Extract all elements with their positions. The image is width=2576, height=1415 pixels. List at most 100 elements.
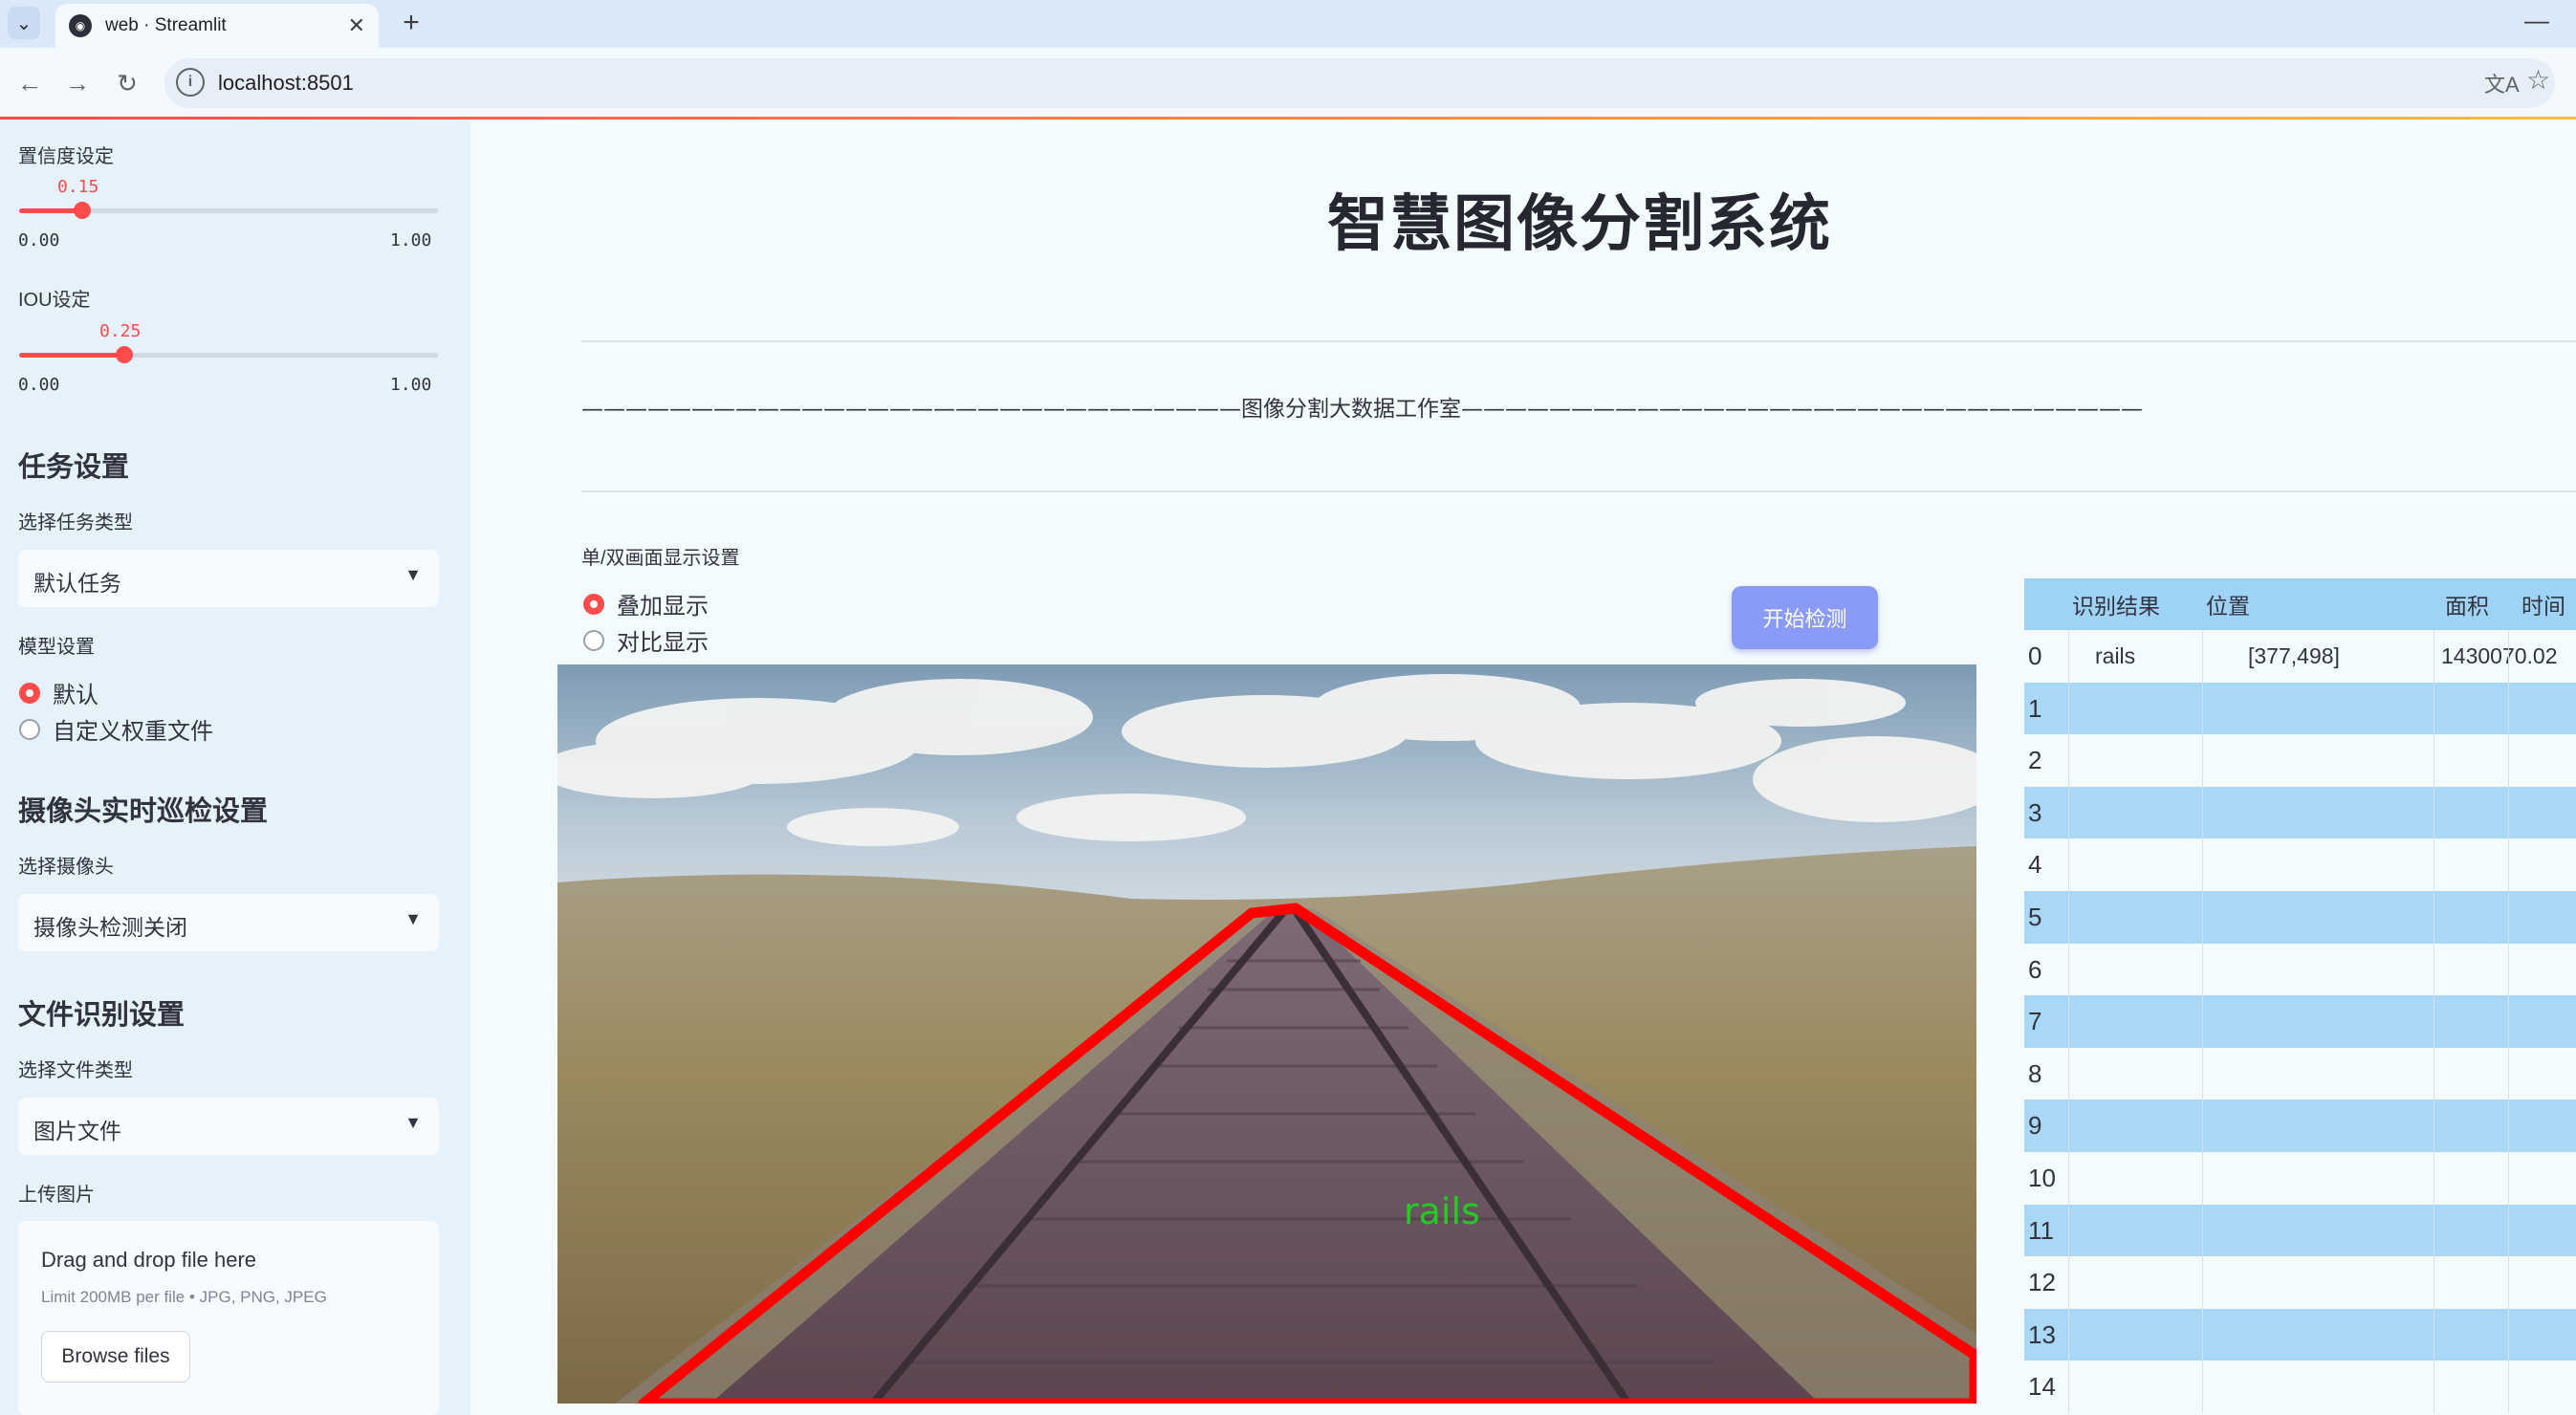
column-divider bbox=[2508, 630, 2509, 683]
task-type-value: 默认任务 bbox=[33, 571, 121, 596]
iou-value: 0.25 bbox=[99, 321, 142, 341]
iou-slider[interactable] bbox=[19, 346, 438, 363]
column-divider bbox=[2508, 1256, 2509, 1310]
browser-tab[interactable]: ◉ web · Streamlit ✕ bbox=[55, 4, 379, 48]
table-row[interactable]: 2 bbox=[2024, 734, 2576, 788]
table-row[interactable]: 10 bbox=[2024, 1152, 2576, 1205]
results-table[interactable]: 识别结果 位置 面积 时间 0 rails [377,498] 1430070.02 1… bbox=[2024, 578, 2576, 1415]
forward-arrow-icon[interactable]: → bbox=[59, 65, 96, 101]
chevron-down-icon: ▼ bbox=[404, 565, 422, 584]
table-row[interactable]: 0 rails [377,498] 1430070.02 bbox=[2024, 630, 2576, 683]
table-row[interactable]: 13 bbox=[2024, 1308, 2576, 1361]
file-uploader-dropzone[interactable]: Drag and drop file here Limit 200MB per … bbox=[18, 1221, 439, 1415]
column-divider bbox=[2068, 734, 2069, 788]
iou-min: 0.00 bbox=[18, 375, 60, 395]
column-divider bbox=[2508, 1361, 2509, 1414]
reload-icon[interactable]: ↻ bbox=[109, 65, 145, 101]
display-option-label: 对比显示 bbox=[617, 630, 709, 656]
row-index: 8 bbox=[2028, 1058, 2042, 1088]
column-divider bbox=[2202, 682, 2203, 735]
column-divider bbox=[2508, 1047, 2509, 1100]
detection-result-image: rails bbox=[557, 664, 1976, 1404]
table-row[interactable]: 6 bbox=[2024, 943, 2576, 996]
radio-unselected-icon[interactable] bbox=[19, 718, 40, 740]
table-row[interactable]: 9 bbox=[2024, 1099, 2576, 1153]
table-row[interactable]: 7 bbox=[2024, 995, 2576, 1049]
column-divider bbox=[2508, 838, 2509, 892]
column-divider bbox=[2202, 891, 2203, 944]
bookmark-star-icon[interactable]: ☆ bbox=[2526, 64, 2550, 96]
chevron-down-icon: ▼ bbox=[404, 1113, 422, 1132]
row-index: 4 bbox=[2028, 850, 2042, 880]
column-divider bbox=[2202, 1308, 2203, 1361]
chevron-down-icon: ▼ bbox=[404, 909, 422, 928]
confidence-slider-thumb[interactable] bbox=[73, 202, 91, 219]
column-divider bbox=[2068, 630, 2069, 683]
address-url[interactable]: localhost:8501 bbox=[218, 71, 354, 96]
site-info-icon[interactable]: i bbox=[176, 68, 205, 97]
column-header-result[interactable]: 识别结果 bbox=[2072, 578, 2160, 630]
column-divider bbox=[2202, 838, 2203, 892]
table-row[interactable]: 5 bbox=[2024, 891, 2576, 944]
tab-title: web · Streamlit bbox=[105, 15, 227, 35]
table-row[interactable]: 4 bbox=[2024, 838, 2576, 892]
tab-search-chevron-icon[interactable]: ⌄ bbox=[8, 7, 40, 39]
row-index: 14 bbox=[2028, 1372, 2056, 1402]
display-option-label: 叠加显示 bbox=[617, 594, 709, 620]
display-option-compare[interactable]: 对比显示 bbox=[583, 623, 709, 657]
table-row[interactable]: 11 bbox=[2024, 1204, 2576, 1257]
table-header: 识别结果 位置 面积 时间 bbox=[2024, 578, 2576, 630]
window-minimize-icon[interactable]: — bbox=[2524, 6, 2549, 35]
railway-scene-image: rails bbox=[557, 664, 1976, 1404]
task-type-select[interactable]: 默认任务 ▼ bbox=[18, 550, 439, 607]
column-divider bbox=[2508, 943, 2509, 996]
start-detection-button[interactable]: 开始检测 bbox=[1732, 586, 1878, 649]
table-row[interactable]: 1 bbox=[2024, 682, 2576, 735]
row-index: 9 bbox=[2028, 1111, 2042, 1141]
column-divider bbox=[2202, 1204, 2203, 1257]
column-header-position[interactable]: 位置 bbox=[2206, 578, 2250, 630]
camera-select[interactable]: 摄像头检测关闭 ▼ bbox=[18, 894, 439, 951]
confidence-slider[interactable] bbox=[19, 202, 438, 219]
column-divider bbox=[2202, 1361, 2203, 1414]
iou-slider-thumb[interactable] bbox=[115, 346, 133, 363]
row-index: 11 bbox=[2028, 1215, 2054, 1245]
table-row[interactable]: 12 bbox=[2024, 1256, 2576, 1310]
column-divider bbox=[2202, 1256, 2203, 1310]
model-option-custom[interactable]: 自定义权重文件 bbox=[19, 712, 213, 746]
table-row[interactable]: 3 bbox=[2024, 786, 2576, 839]
column-divider bbox=[2202, 995, 2203, 1049]
table-row[interactable]: 8 bbox=[2024, 1047, 2576, 1100]
model-option-default[interactable]: 默认 bbox=[19, 676, 98, 709]
iou-slider-fill bbox=[19, 353, 124, 358]
address-bar[interactable]: i localhost:8501 文A ☆ bbox=[164, 58, 2555, 108]
radio-selected-icon[interactable] bbox=[583, 593, 604, 615]
row-index: 2 bbox=[2028, 746, 2042, 775]
column-header-area[interactable]: 面积 bbox=[2445, 578, 2489, 630]
radio-unselected-icon[interactable] bbox=[583, 629, 604, 651]
browse-files-button[interactable]: Browse files bbox=[41, 1331, 190, 1382]
file-type-select[interactable]: 图片文件 ▼ bbox=[18, 1098, 439, 1155]
column-divider bbox=[2508, 734, 2509, 788]
column-divider bbox=[2068, 995, 2069, 1049]
row-index: 7 bbox=[2028, 1007, 2042, 1036]
confidence-slider-fill bbox=[19, 208, 82, 213]
table-row[interactable]: 14 bbox=[2024, 1361, 2576, 1414]
column-divider bbox=[2508, 1152, 2509, 1205]
column-divider bbox=[2202, 630, 2203, 683]
new-tab-icon[interactable]: + bbox=[394, 6, 428, 40]
back-arrow-icon[interactable]: ← bbox=[11, 65, 48, 101]
tab-close-icon[interactable]: ✕ bbox=[348, 13, 365, 38]
translate-icon[interactable]: 文A bbox=[2484, 68, 2520, 98]
file-type-value: 图片文件 bbox=[33, 1119, 121, 1143]
column-divider bbox=[2202, 1047, 2203, 1100]
column-header-time[interactable]: 时间 bbox=[2521, 578, 2565, 630]
column-divider bbox=[2202, 786, 2203, 839]
column-divider bbox=[2068, 1308, 2069, 1361]
upload-drag-text: Drag and drop file here bbox=[41, 1248, 257, 1272]
display-mode-label: 单/双画面显示设置 bbox=[581, 548, 740, 569]
display-option-overlay[interactable]: 叠加显示 bbox=[583, 587, 709, 620]
radio-selected-icon[interactable] bbox=[19, 682, 40, 704]
studio-divider-text: ——————————————————————————————图像分割大数据工作室… bbox=[581, 397, 2143, 422]
task-settings-header: 任务设置 bbox=[18, 452, 130, 483]
